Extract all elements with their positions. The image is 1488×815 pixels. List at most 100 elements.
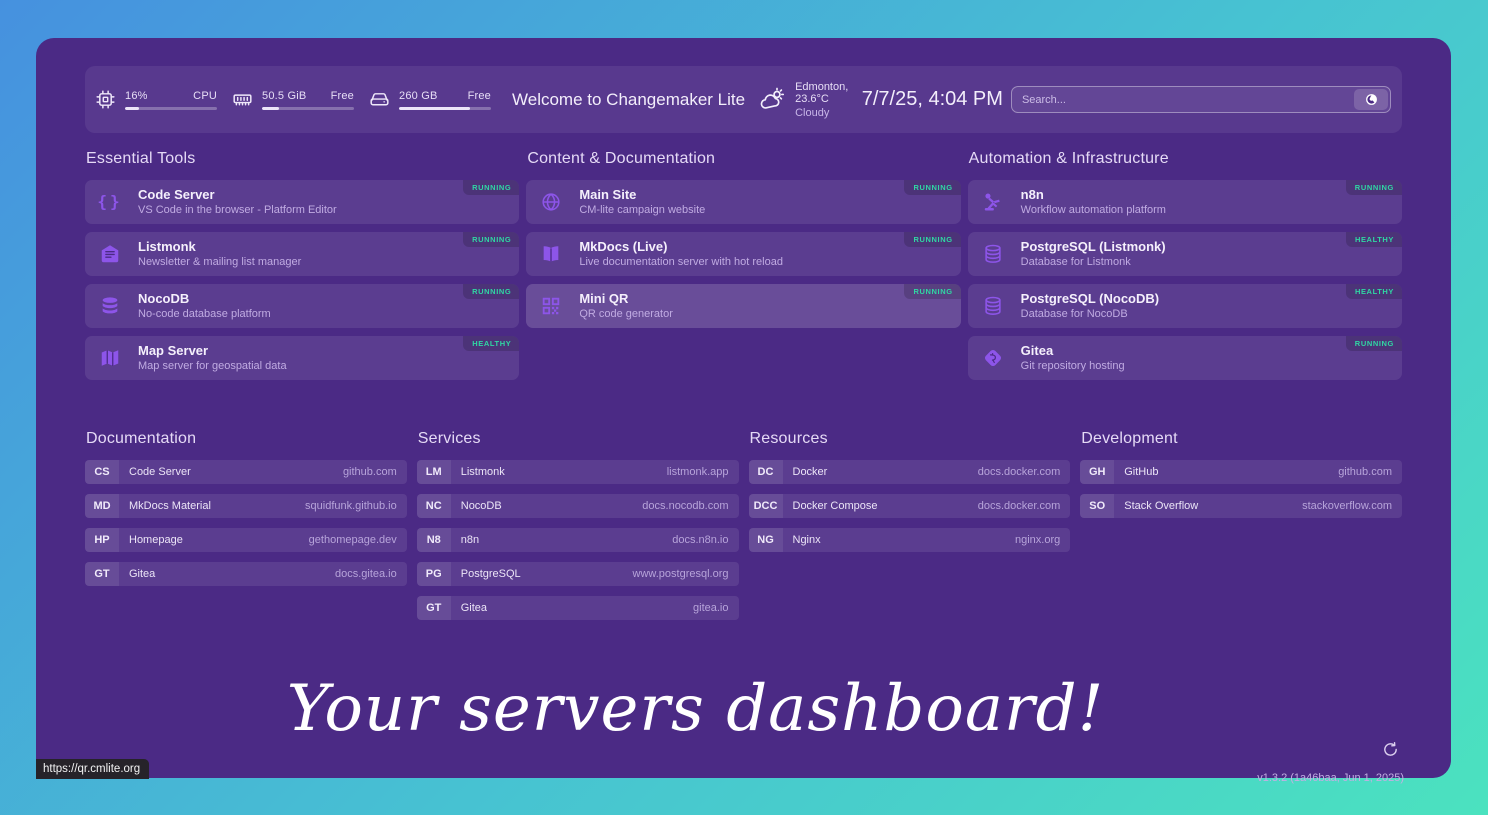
bookmark-abbr: NC [417,494,451,518]
service-name: Mini QR [579,291,673,307]
bookmark-abbr: CS [85,460,119,484]
database-outline-icon [978,243,1008,265]
service-description: No-code database platform [138,308,271,322]
bookmark-name: Nginx [793,534,821,546]
service-description: Database for NocoDB [1021,308,1159,322]
service-card[interactable]: n8n Workflow automation platform RUNNING [968,180,1402,224]
service-description: Workflow automation platform [1021,204,1166,218]
bookmark-group-title: Development [1081,430,1402,448]
disk-label: Free [468,90,491,102]
bookmark-url: gethomepage.dev [309,534,407,546]
cpu-label: CPU [193,90,217,102]
bookmark-abbr: PG [417,562,451,586]
bookmark-url: gitea.io [693,602,738,614]
code-braces-icon: {} [95,194,125,210]
service-card[interactable]: Mini QR QR code generator RUNNING [526,284,960,328]
service-card[interactable]: Listmonk Newsletter & mailing list manag… [85,232,519,276]
bookmark-name: MkDocs Material [129,500,211,512]
memory-widget: 50.5 GiB Free [232,89,354,110]
bookmark-link[interactable]: NC NocoDB docs.nocodb.com [417,494,739,518]
service-description: Live documentation server with hot reloa… [579,256,783,270]
bookmark-link[interactable]: GT Gitea gitea.io [417,596,739,620]
bookmark-group-title: Documentation [86,430,407,448]
bookmark-url: listmonk.app [667,466,739,478]
bookmark-url: docs.n8n.io [672,534,738,546]
service-status-badge: RUNNING [463,232,519,247]
dashboard-panel: 16% CPU 50.5 GiB Free [36,38,1451,778]
service-card[interactable]: PostgreSQL (Listmonk) Database for Listm… [968,232,1402,276]
service-description: Newsletter & mailing list manager [138,256,301,270]
bookmark-link[interactable]: DC Docker docs.docker.com [749,460,1071,484]
bookmark-abbr: DC [749,460,783,484]
refresh-icon [1382,741,1399,758]
service-card[interactable]: Main Site CM-lite campaign website RUNNI… [526,180,960,224]
bookmark-link[interactable]: LM Listmonk listmonk.app [417,460,739,484]
bookmark-name: Docker [793,466,828,478]
bookmark-link[interactable]: MD MkDocs Material squidfunk.github.io [85,494,407,518]
service-description: QR code generator [579,308,673,322]
refresh-button[interactable] [1380,739,1401,760]
service-name: Main Site [579,187,705,203]
service-card[interactable]: Map Server Map server for geospatial dat… [85,336,519,380]
bookmark-group: Development GH GitHub github.com SO Stac… [1080,413,1402,518]
bookmark-link[interactable]: HP Homepage gethomepage.dev [85,528,407,552]
bookmark-link[interactable]: GT Gitea docs.gitea.io [85,562,407,586]
bookmark-link[interactable]: NG Nginx nginx.org [749,528,1071,552]
service-name: Code Server [138,187,337,203]
disk-progress-bar [399,107,491,110]
service-status-badge: RUNNING [904,180,960,195]
service-card[interactable]: Gitea Git repository hosting RUNNING [968,336,1402,380]
cloud-sun-icon [759,86,786,113]
bookmark-link[interactable]: SO Stack Overflow stackoverflow.com [1080,494,1402,518]
bookmark-url: squidfunk.github.io [305,500,407,512]
service-card[interactable]: MkDocs (Live) Live documentation server … [526,232,960,276]
service-card[interactable]: PostgreSQL (NocoDB) Database for NocoDB … [968,284,1402,328]
bookmark-link[interactable]: DCC Docker Compose docs.docker.com [749,494,1071,518]
service-group-title: Automation & Infrastructure [969,150,1402,168]
service-name: NocoDB [138,291,271,307]
service-group: Automation & Infrastructure n8n Workflow… [968,133,1402,380]
search-provider-button[interactable] [1354,89,1388,110]
page-title: Welcome to Changemaker Lite [512,90,745,110]
bookmark-abbr: LM [417,460,451,484]
memory-label: Free [331,90,354,102]
bookmark-group: Resources DC Docker docs.docker.com DCC … [749,413,1071,552]
bookmark-url: www.postgresql.org [633,568,739,580]
bookmark-abbr: GT [417,596,451,620]
weather-location-temp: Edmonton, 23.6°C [795,81,854,105]
header-band: 16% CPU 50.5 GiB Free [85,66,1402,133]
service-group: Essential Tools {} Code Server VS Code i… [85,133,519,380]
service-description: Map server for geospatial data [138,360,287,374]
service-group-title: Essential Tools [86,150,519,168]
service-name: MkDocs (Live) [579,239,783,255]
bookmark-link[interactable]: PG PostgreSQL www.postgresql.org [417,562,739,586]
bookmark-link[interactable]: CS Code Server github.com [85,460,407,484]
service-card[interactable]: {} Code Server VS Code in the browser - … [85,180,519,224]
globe-icon [536,191,566,213]
memory-progress-bar [262,107,354,110]
bookmark-url: github.com [343,466,407,478]
memory-value: 50.5 GiB [262,90,306,102]
service-status-badge: HEALTHY [463,336,519,351]
gitea-icon [978,347,1008,369]
service-card[interactable]: NocoDB No-code database platform RUNNING [85,284,519,328]
service-status-badge: RUNNING [904,232,960,247]
bookmark-group: Services LM Listmonk listmonk.app NC Noc… [417,413,739,620]
disk-widget: 260 GB Free [369,89,491,110]
n8n-icon [978,191,1008,213]
bookmark-name: Code Server [129,466,191,478]
bookmark-link[interactable]: GH GitHub github.com [1080,460,1402,484]
bookmark-name: Stack Overflow [1124,500,1198,512]
bookmark-link[interactable]: N8 n8n docs.n8n.io [417,528,739,552]
service-status-badge: RUNNING [463,180,519,195]
bookmark-group-title: Resources [750,430,1071,448]
service-group: Content & Documentation Main Site CM-lit… [526,133,960,328]
bookmark-abbr: GH [1080,460,1114,484]
version-label: v1.3.2 (1a46baa, Jun 1, 2025) [1257,772,1404,784]
search-input[interactable] [1014,94,1354,106]
bookmark-name: GitHub [1124,466,1158,478]
link-status-tooltip: https://qr.cmlite.org [36,759,149,779]
bookmark-abbr: NG [749,528,783,552]
bookmark-name: Gitea [461,602,487,614]
book-icon [536,243,566,265]
